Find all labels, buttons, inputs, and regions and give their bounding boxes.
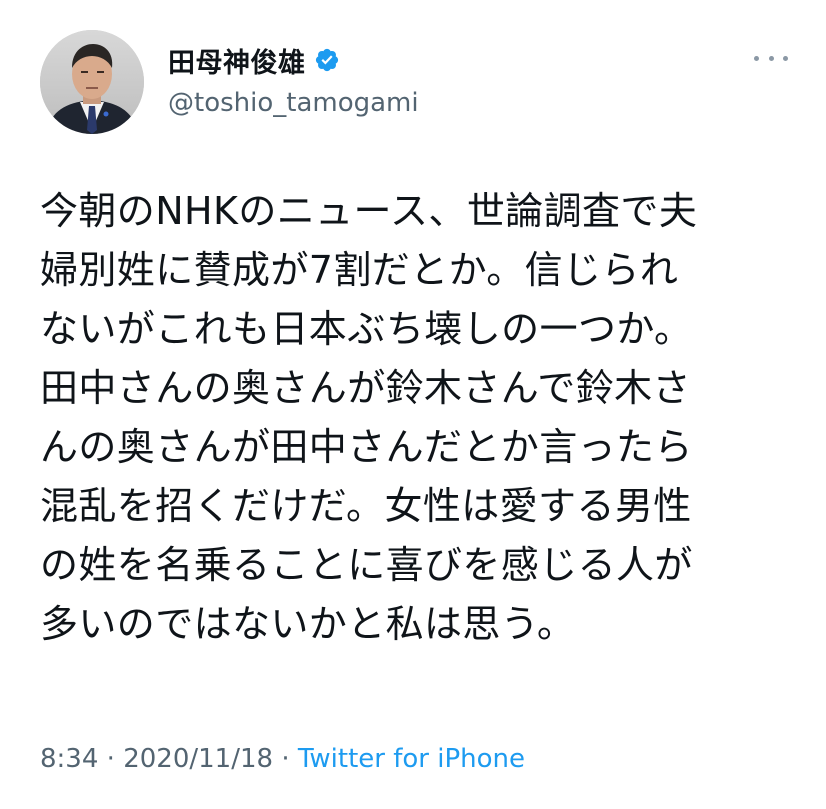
author-display-name[interactable]: 田母神俊雄 bbox=[168, 41, 306, 80]
author-avatar[interactable] bbox=[40, 30, 144, 134]
tweet-date[interactable]: 2020/11/18 bbox=[123, 744, 273, 774]
more-dot bbox=[754, 55, 759, 61]
tweet-text-line: の姓を名乗ることに喜びを感じる人が bbox=[40, 543, 693, 587]
tweet-metadata: 8:34 · 2020/11/18 · Twitter for iPhone bbox=[40, 744, 525, 774]
tweet-text-line: 混乱を招くだけだ。女性は愛する男性 bbox=[40, 484, 692, 528]
more-dot bbox=[783, 55, 788, 61]
meta-separator: · bbox=[281, 744, 290, 774]
tweet-text-line: 婦別姓に賛成が7割だとか。信じられ bbox=[40, 248, 679, 292]
avatar-image bbox=[40, 30, 144, 134]
tweet-card: 田母神俊雄 @toshio_tamogami 今朝のNHKのニュース、世論調査で… bbox=[0, 0, 826, 809]
more-options-icon[interactable] bbox=[754, 50, 788, 66]
tweet-source-link[interactable]: Twitter for iPhone bbox=[298, 744, 525, 774]
more-dot bbox=[768, 55, 774, 61]
tweet-text: 今朝のNHKのニュース、世論調査で夫 婦別姓に賛成が7割だとか。信じられ ないが… bbox=[40, 182, 790, 654]
tweet-text-line: ないがこれも日本ぶち壊しの一つか。 bbox=[40, 307, 693, 351]
author-info: 田母神俊雄 @toshio_tamogami bbox=[168, 40, 419, 119]
author-name-row: 田母神俊雄 bbox=[168, 40, 419, 80]
author-handle[interactable]: @toshio_tamogami bbox=[168, 88, 419, 118]
tweet-text-line: 多いのではないかと私は思う。 bbox=[40, 602, 576, 646]
tweet-text-line: 今朝のNHKのニュース、世論調査で夫 bbox=[40, 189, 698, 233]
verified-badge-icon bbox=[314, 47, 340, 73]
tweet-text-line: んの奥さんが田中さんだとか言ったら bbox=[40, 425, 693, 469]
meta-separator: · bbox=[106, 744, 115, 774]
tweet-time[interactable]: 8:34 bbox=[40, 744, 98, 774]
tweet-text-line: 田中さんの奥さんが鈴木さんで鈴木さ bbox=[40, 366, 691, 410]
